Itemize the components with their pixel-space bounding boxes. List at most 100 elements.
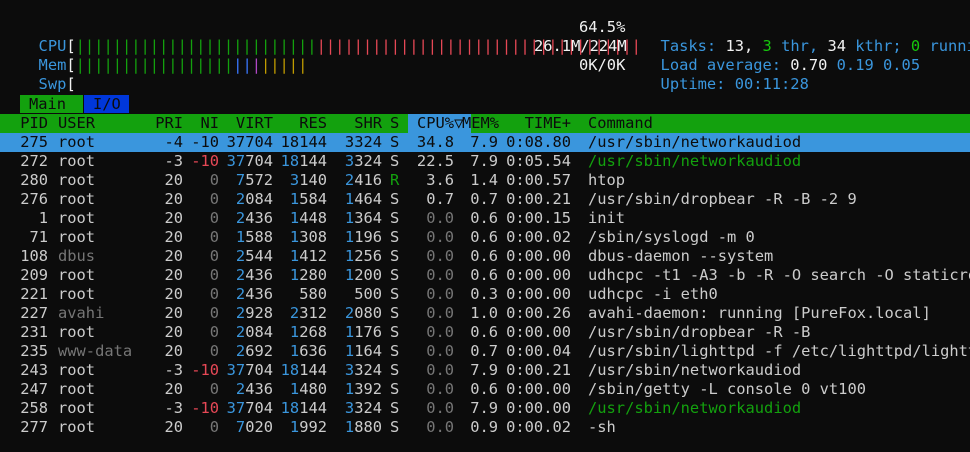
column-pri[interactable]: PRI xyxy=(140,114,183,133)
process-pid: 258 xyxy=(20,399,48,417)
process-pid: 235 xyxy=(20,342,48,360)
process-cpu-percent: 0.0 xyxy=(426,285,454,303)
tab-io[interactable]: I/O xyxy=(84,95,129,113)
process-command: init xyxy=(588,209,626,227)
process-row[interactable]: 258 root -3 -10 37704 18144 3324 S 0.0 7.9 0:00.00… xyxy=(0,399,970,418)
process-pid: 280 xyxy=(20,171,48,189)
process-row[interactable]: 221 root 20 0 2436 580 500 S 0.0 0.3 0:00.00 udhcpc… xyxy=(0,285,970,304)
process-cpu-percent: 0.0 xyxy=(426,380,454,398)
column-shr[interactable]: SHR xyxy=(335,114,382,133)
uptime: Uptime: 00:11:28 xyxy=(660,75,809,93)
process-table-header: PID USER PRI NI VIRT RES SHR S CPU%▽ MEM… xyxy=(0,114,970,133)
process-row[interactable]: 209 root 20 0 2436 1280 1200 S 0.0 0.6 0:00.00 udhc… xyxy=(0,266,970,285)
column-time[interactable]: TIME+ xyxy=(505,114,571,133)
process-cpu-percent: 0.0 xyxy=(426,209,454,227)
process-priority: -3 xyxy=(164,152,183,170)
process-user: root xyxy=(58,361,96,379)
process-time: 0:00.00 xyxy=(506,323,571,341)
process-row[interactable]: 272 root -3 -10 37704 18144 3324 S 22.5 7.9 0:05.5… xyxy=(0,152,970,171)
process-res: 18144 xyxy=(280,399,327,417)
process-command: /usr/sbin/networkaudiod xyxy=(588,361,802,379)
process-pid: 272 xyxy=(20,152,48,170)
process-row[interactable]: 243 root -3 -10 37704 18144 3324 S 0.0 7.9 0:00.21… xyxy=(0,361,970,380)
cpu-meter-value: 64.5% xyxy=(579,18,626,36)
process-cpu-percent: 0.0 xyxy=(426,228,454,246)
process-shr: 1176 xyxy=(344,323,382,341)
process-row[interactable]: 276 root 20 0 2084 1584 1464 S 0.7 0.7 0:00.21/usr… xyxy=(0,190,970,209)
process-command: /usr/sbin/dropbear -R -B xyxy=(588,323,811,341)
process-row[interactable]: 277 root 20 0 7020 1992 1880 S 0.0 0.9 0:00.02 -sh xyxy=(0,418,970,437)
process-res: 18144 xyxy=(280,361,327,379)
process-res: 1480 xyxy=(289,380,327,398)
column-ni[interactable]: NI xyxy=(190,114,219,133)
process-virt: 37704 xyxy=(226,152,273,170)
process-command: htop xyxy=(588,171,626,189)
column-command[interactable]: Command xyxy=(588,114,653,133)
process-state: S xyxy=(390,285,400,303)
process-priority: 20 xyxy=(164,323,183,341)
process-virt: 2692 xyxy=(235,342,273,360)
process-state: S xyxy=(390,342,400,360)
column-pid[interactable]: PID xyxy=(0,114,48,133)
process-nice: 0 xyxy=(209,247,219,265)
process-mem-percent: 1.4 xyxy=(470,171,498,189)
process-row[interactable]: 235 www-data 20 0 2692 1636 1164 S 0.0 0.7 0:00.04… xyxy=(0,342,970,361)
process-priority: 20 xyxy=(164,418,183,436)
process-shr: 1196 xyxy=(344,228,382,246)
process-row[interactable]: 280 root 20 0 7572 3140 2416 R 3.6 1.4 0:00.57 htop xyxy=(0,171,970,190)
process-state: S xyxy=(390,190,400,208)
process-row[interactable]: 227 avahi 20 0 2928 2312 2080 S 0.0 1.0 0:00.26 ava… xyxy=(0,304,970,323)
process-shr: 3324 xyxy=(344,399,382,417)
process-virt: 1588 xyxy=(235,228,273,246)
process-command: /usr/sbin/networkaudiod xyxy=(588,152,802,170)
process-res: 1992 xyxy=(289,418,327,436)
process-res: 1280 xyxy=(289,266,327,284)
process-nice: 0 xyxy=(209,418,219,436)
process-priority: 20 xyxy=(164,304,183,322)
process-row[interactable]: 231 root 20 0 2084 1268 1176 S 0.0 0.6 0:00.00/usr… xyxy=(0,323,970,342)
process-user: www-data xyxy=(58,342,133,360)
process-row[interactable]: 108 dbus 20 0 2544 1412 1256 S 0.0 0.6 0:00.00 dbus… xyxy=(0,247,970,266)
process-user: root xyxy=(58,285,96,303)
process-shr: 3324 xyxy=(344,133,382,151)
process-nice: -10 xyxy=(191,152,219,170)
process-virt: 2436 xyxy=(235,380,273,398)
process-nice: 0 xyxy=(209,209,219,227)
process-mem-percent: 0.3 xyxy=(470,285,498,303)
load-average: Load average: 0.70 0.19 0.05 xyxy=(660,56,921,74)
process-mem-percent: 7.9 xyxy=(470,361,498,379)
process-time: 0:00.15 xyxy=(506,209,571,227)
process-row[interactable]: 71 root 20 0 1588 1308 1196 S 0.0 0.6 0:00.02/sbin… xyxy=(0,228,970,247)
process-time: 0:00.00 xyxy=(506,399,571,417)
process-time: 0:00.57 xyxy=(506,171,571,189)
process-time: 0:00.00 xyxy=(506,285,571,303)
process-mem-percent: 1.0 xyxy=(470,304,498,322)
process-res: 580 xyxy=(299,285,327,303)
process-virt: 7020 xyxy=(235,418,273,436)
process-row[interactable]: 1 root 20 0 2436 1448 1364 S 0.0 0.6 0:00.15 init xyxy=(0,209,970,228)
mem-bar-graph: ||||||||||||||||||||||||| xyxy=(75,56,308,74)
column-user[interactable]: USER xyxy=(58,114,95,133)
column-mem[interactable]: MEM% xyxy=(462,114,499,133)
process-priority: 20 xyxy=(164,228,183,246)
process-user: root xyxy=(58,152,96,170)
process-pid: 277 xyxy=(20,418,48,436)
process-mem-percent: 0.9 xyxy=(470,418,498,436)
process-time: 0:08.80 xyxy=(506,133,571,151)
process-row[interactable]: 247 root 20 0 2436 1480 1392 S 0.0 0.6 0:00.00/sbi… xyxy=(0,380,970,399)
tab-main[interactable]: Main xyxy=(20,95,83,113)
process-cpu-percent: 0.0 xyxy=(426,342,454,360)
process-nice: 0 xyxy=(209,285,219,303)
process-shr: 1464 xyxy=(344,190,382,208)
process-row[interactable]: 275 root -4 -10 37704 18144 3324 S 34.8 7.9 0:08.8… xyxy=(0,133,970,152)
column-res[interactable]: RES xyxy=(280,114,327,133)
process-cpu-percent: 0.7 xyxy=(426,190,454,208)
process-priority: 20 xyxy=(164,171,183,189)
process-shr: 1880 xyxy=(344,418,382,436)
column-state[interactable]: S xyxy=(390,114,399,133)
process-cpu-percent: 0.0 xyxy=(426,266,454,284)
column-virt[interactable]: VIRT xyxy=(225,114,273,133)
process-time: 0:05.54 xyxy=(506,152,571,170)
process-shr: 2080 xyxy=(344,304,382,322)
uptime-value: 00:11:28 xyxy=(734,75,809,93)
